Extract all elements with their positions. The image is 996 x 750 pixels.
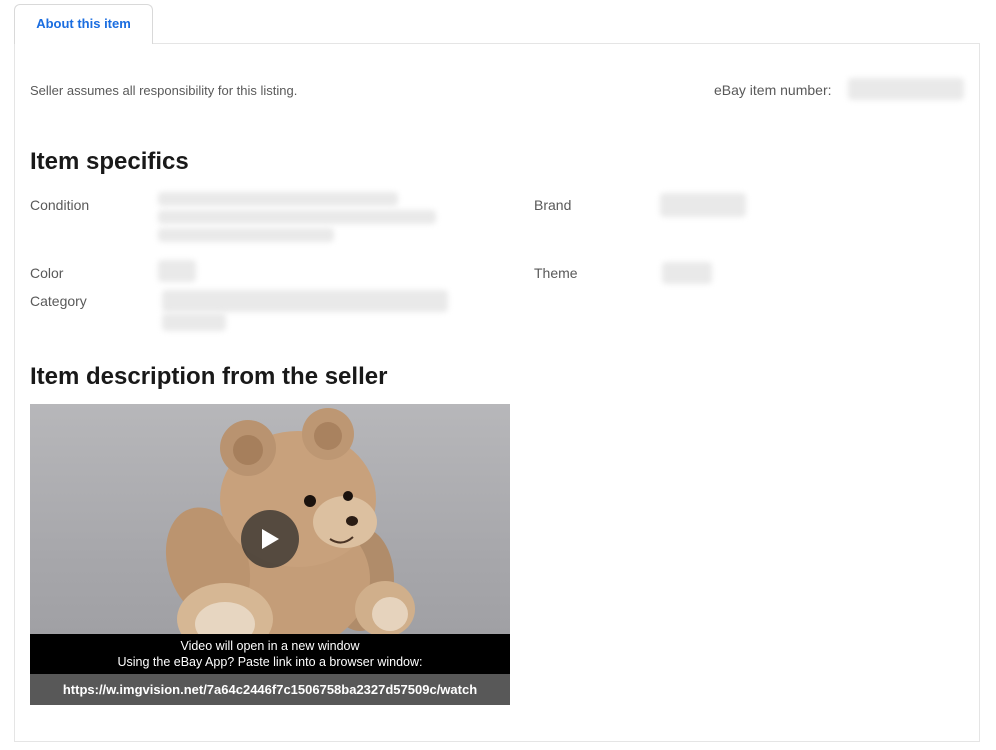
category-value-redacted-line2 — [162, 313, 226, 331]
condition-label: Condition — [30, 197, 90, 213]
item-description-heading: Item description from the seller — [30, 363, 388, 390]
item-number-redacted — [848, 78, 964, 100]
theme-label: Theme — [534, 265, 578, 281]
responsibility-note: Seller assumes all responsibility for th… — [30, 83, 298, 98]
category-label: Category — [30, 293, 87, 309]
play-icon — [262, 529, 279, 549]
item-specifics-heading: Item specifics — [30, 148, 189, 175]
item-number-label: eBay item number: — [714, 82, 832, 98]
condition-value-redacted-line3 — [158, 228, 334, 242]
category-value-redacted-line1 — [162, 290, 448, 312]
brand-label: Brand — [534, 197, 572, 213]
seller-video[interactable]: Video will open in a new window Using th… — [30, 404, 510, 705]
tab-about-this-item[interactable]: About this item — [14, 4, 153, 44]
video-caption-line1: Video will open in a new window — [180, 639, 360, 653]
tab-about-label: About this item — [36, 16, 131, 31]
video-caption-line2: Using the eBay App? Paste link into a br… — [117, 655, 423, 669]
brand-value-redacted — [660, 193, 746, 217]
color-value-redacted — [158, 260, 196, 282]
color-label: Color — [30, 265, 64, 281]
video-caption: Video will open in a new window Using th… — [30, 634, 510, 674]
theme-value-redacted — [662, 262, 712, 284]
condition-value-redacted-line1 — [158, 192, 398, 206]
video-link[interactable]: https://w.imgvision.net/7a64c2446f7c1506… — [30, 674, 510, 705]
condition-value-redacted-line2 — [158, 210, 436, 224]
play-button[interactable] — [241, 510, 299, 568]
